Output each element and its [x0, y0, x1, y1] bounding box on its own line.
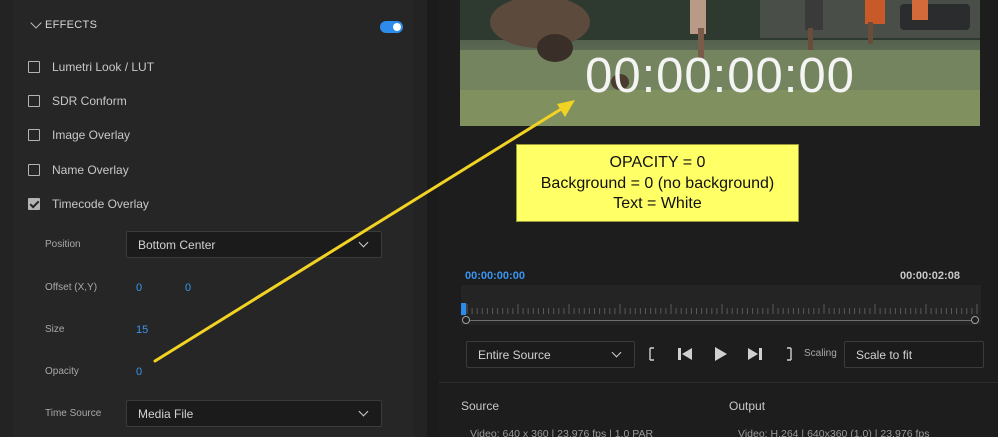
- position-value: Bottom Center: [138, 238, 216, 252]
- video-preview: 00:00:00:00: [460, 0, 980, 126]
- timecode-overlay-text: 00:00:00:00: [585, 49, 855, 103]
- effect-label: Name Overlay: [52, 163, 129, 177]
- set-out-point-icon[interactable]: [785, 344, 793, 364]
- name-overlay-checkbox[interactable]: [28, 164, 40, 176]
- size-value[interactable]: 15: [136, 324, 148, 336]
- effects-toggle[interactable]: [380, 21, 403, 33]
- in-point-handle[interactable]: [462, 316, 470, 324]
- effects-section-header[interactable]: EFFECTS: [14, 10, 414, 42]
- timeline-ruler-ticks: [466, 304, 978, 314]
- chevron-down-icon: [611, 347, 622, 358]
- time-source-label: Time Source: [45, 408, 102, 419]
- offset-x-value[interactable]: 0: [136, 282, 142, 294]
- time-source-value: Media File: [138, 407, 194, 421]
- set-in-point-icon[interactable]: [648, 344, 656, 364]
- export-settings-window: EFFECTS Lumetri Look / LUT SDR Conform I…: [0, 0, 998, 437]
- output-info: Video: H.264 | 640x360 (1.0) | 23.976 fp…: [738, 428, 930, 437]
- source-range-value: Entire Source: [478, 348, 551, 362]
- lumetri-checkbox[interactable]: [28, 61, 40, 73]
- timeline-scrubber[interactable]: [461, 285, 981, 325]
- playhead-handle[interactable]: [461, 303, 466, 315]
- timeline-ruler[interactable]: [466, 320, 976, 321]
- opacity-value[interactable]: 0: [136, 366, 142, 378]
- effect-label: Timecode Overlay: [52, 197, 149, 211]
- position-label: Position: [45, 239, 81, 250]
- output-title: Output: [729, 399, 766, 413]
- opacity-label: Opacity: [45, 366, 79, 377]
- timeline-end-timecode: 00:00:02:08: [900, 270, 960, 282]
- timecode-overlay-checkbox[interactable]: [28, 198, 40, 210]
- annotation-line: Background = 0 (no background): [540, 174, 775, 192]
- effects-title: EFFECTS: [45, 19, 98, 31]
- offset-label: Offset (X,Y): [45, 282, 98, 293]
- toggle-knob: [393, 23, 401, 31]
- step-forward-icon[interactable]: [746, 344, 764, 364]
- size-label: Size: [45, 324, 65, 335]
- time-source-dropdown[interactable]: Media File: [126, 400, 382, 427]
- position-dropdown[interactable]: Bottom Center: [126, 231, 382, 258]
- chevron-down-icon[interactable]: [30, 17, 42, 29]
- panel-divider[interactable]: [427, 0, 439, 437]
- offset-y-value[interactable]: 0: [185, 282, 191, 294]
- scaling-label: Scaling: [804, 348, 837, 359]
- scaling-value: Scale to fit: [856, 348, 913, 362]
- effect-label: SDR Conform: [52, 94, 127, 108]
- divider: [439, 382, 998, 383]
- chevron-down-icon: [358, 237, 369, 248]
- annotation-line: Text = White: [613, 195, 702, 212]
- play-icon[interactable]: [713, 344, 729, 364]
- annotation-callout: OPACITY = 0 Background = 0 (no backgroun…: [516, 144, 799, 222]
- source-title: Source: [461, 399, 500, 413]
- scaling-dropdown[interactable]: Scale to fit: [844, 341, 984, 368]
- sdr-conform-checkbox[interactable]: [28, 95, 40, 107]
- out-point-handle[interactable]: [971, 316, 979, 324]
- step-back-icon[interactable]: [676, 344, 694, 364]
- effect-label: Image Overlay: [52, 128, 131, 142]
- timeline-start-timecode[interactable]: 00:00:00:00: [465, 270, 525, 282]
- effect-label: Lumetri Look / LUT: [52, 60, 155, 74]
- chevron-down-icon: [358, 406, 369, 417]
- annotation-line: OPACITY = 0: [609, 154, 706, 171]
- image-overlay-checkbox[interactable]: [28, 129, 40, 141]
- source-info: Video: 640 x 360 | 23.976 fps | 1.0 PAR: [470, 428, 654, 437]
- source-range-dropdown[interactable]: Entire Source: [466, 341, 635, 368]
